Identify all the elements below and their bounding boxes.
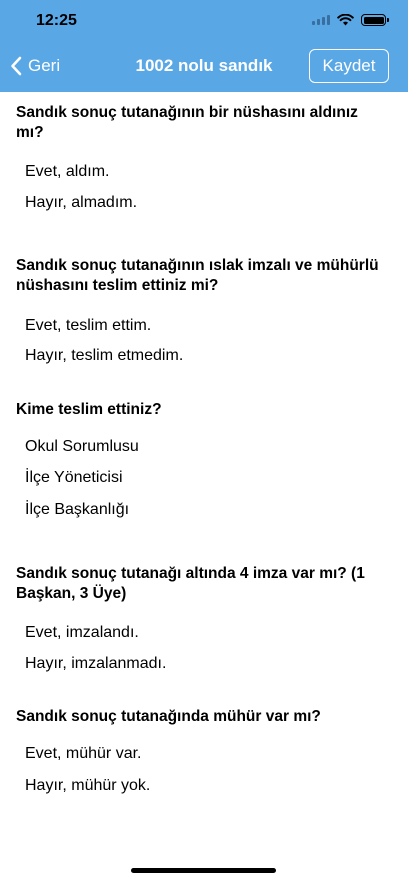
save-button[interactable]: Kaydet xyxy=(309,49,389,83)
status-bar: 12:25 xyxy=(0,0,408,44)
question-4: Sandık sonuç tutanağı altında 4 imza var… xyxy=(16,565,365,602)
question-5: Sandık sonuç tutanağında mühür var mı? xyxy=(16,708,321,725)
option-q5-yes[interactable]: Evet, mühür var. xyxy=(25,744,142,764)
option-q3-district-office[interactable]: İlçe Başkanlığı xyxy=(25,500,129,520)
option-q1-yes[interactable]: Evet, aldım. xyxy=(25,162,109,182)
home-indicator xyxy=(131,868,276,873)
navigation-bar: Geri 1002 nolu sandık Kaydet xyxy=(0,44,408,88)
question-3: Kime teslim ettiniz? xyxy=(16,401,162,418)
question-1: Sandık sonuç tutanağının bir nüshasını a… xyxy=(16,104,358,141)
option-q3-school-officer[interactable]: Okul Sorumlusu xyxy=(25,437,139,457)
status-icons xyxy=(312,14,389,26)
option-q4-no[interactable]: Hayır, imzalanmadı. xyxy=(25,654,166,674)
question-2: Sandık sonuç tutanağının ıslak imzalı ve… xyxy=(16,257,379,294)
option-q2-no[interactable]: Hayır, teslim etmedim. xyxy=(25,346,183,366)
option-q5-no[interactable]: Hayır, mühür yok. xyxy=(25,776,150,796)
back-label: Geri xyxy=(28,56,61,75)
header: 12:25 Geri 1002 nolu sandık Kaydet xyxy=(0,0,408,92)
back-button[interactable]: Geri xyxy=(10,52,60,80)
option-q3-district-manager[interactable]: İlçe Yöneticisi xyxy=(25,468,123,488)
option-q4-yes[interactable]: Evet, imzalandı. xyxy=(25,623,139,643)
wifi-icon xyxy=(337,14,354,26)
option-q2-yes[interactable]: Evet, teslim ettim. xyxy=(25,316,151,336)
status-time: 12:25 xyxy=(36,12,77,29)
option-q1-no[interactable]: Hayır, almadım. xyxy=(25,193,137,213)
chevron-left-icon xyxy=(11,56,22,76)
cellular-signal-icon xyxy=(312,15,330,25)
survey-content[interactable]: Sandık sonuç tutanağının bir nüshasını a… xyxy=(0,92,408,851)
battery-icon xyxy=(361,14,389,26)
